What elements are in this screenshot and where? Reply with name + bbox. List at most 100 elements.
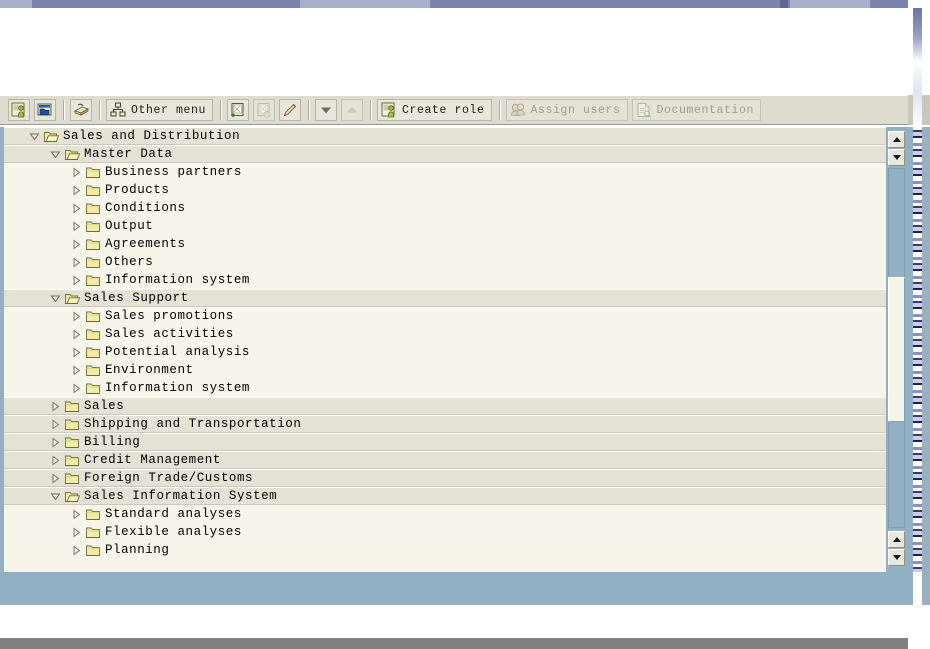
tree-node-row[interactable]: Environment [4,361,890,379]
tree-node-label: Sales activities [105,327,234,341]
scrollbar-track[interactable] [888,168,905,528]
tree-node-row[interactable]: Sales activities [4,325,890,343]
folder-closed-icon [84,382,102,395]
scrollbar-thumb[interactable] [888,277,905,422]
twisty-collapsed-icon[interactable] [47,455,63,466]
scroll-down-button-top[interactable] [888,149,905,166]
scroll-up-button-top[interactable] [888,131,905,148]
tree-node-row[interactable]: Shipping and Transportation [4,415,890,433]
tree-node-row[interactable]: Flexible analyses [4,523,890,541]
person-page-icon [11,102,27,118]
other-menu-button[interactable]: Other menu [106,99,214,121]
create-role-button[interactable]: Create role [377,99,492,121]
folder-open-icon [42,130,60,143]
truck-icon [73,102,89,118]
twisty-collapsed-icon[interactable] [68,311,84,322]
tree-node-row[interactable]: Sales promotions [4,307,890,325]
create-role-button-label: Create role [402,103,485,117]
triangle-down-icon [318,102,334,118]
folder-closed-icon [63,436,81,449]
window-bottom-bar [0,638,930,649]
twisty-collapsed-icon[interactable] [68,203,84,214]
tree-node-row[interactable]: Foreign Trade/Customs [4,469,890,487]
folder-closed-icon [84,526,102,539]
tree-node-row[interactable]: Potential analysis [4,343,890,361]
tree-node-row[interactable]: Credit Management [4,451,890,469]
tree-node-row[interactable]: Others [4,253,890,271]
window-blank-area [0,8,930,95]
tree-node-row[interactable]: Sales and Distribution [4,127,890,145]
toolbar-separator [99,100,101,120]
twisty-collapsed-icon[interactable] [68,185,84,196]
folder-closed-icon [63,472,81,485]
transport-button[interactable] [70,99,92,121]
right-edge-artifacts [908,0,930,649]
tree-node-row[interactable]: Conditions [4,199,890,217]
twisty-collapsed-icon[interactable] [68,545,84,556]
twisty-collapsed-icon[interactable] [47,419,63,430]
twisty-collapsed-icon[interactable] [68,329,84,340]
tree-node-row[interactable]: Information system [4,379,890,397]
twisty-collapsed-icon[interactable] [68,509,84,520]
create-composite-role-button[interactable] [34,99,56,121]
folder-open-icon [63,292,81,305]
twisty-collapsed-icon[interactable] [68,365,84,376]
tree-node-row[interactable]: Sales Information System [4,487,890,505]
tree-node-row[interactable]: Sales [4,397,890,415]
tree-node-row[interactable]: Products [4,181,890,199]
tree-node-label: Foreign Trade/Customs [84,471,254,485]
edit-node-button[interactable] [279,99,302,121]
twisty-expanded-icon[interactable] [47,149,63,160]
scroll-down-button-bottom[interactable] [888,549,905,566]
tree-node-row[interactable]: Billing [4,433,890,451]
users-icon [510,102,526,118]
folder-closed-icon [63,454,81,467]
folder-closed-icon [84,256,102,269]
tree-node-row[interactable]: Planning [4,541,890,559]
twisty-collapsed-icon[interactable] [68,347,84,358]
tree-node-row[interactable]: Business partners [4,163,890,181]
other-menu-button-label: Other menu [131,103,207,117]
tree-node-label: Flexible analyses [105,525,242,539]
twisty-collapsed-icon[interactable] [68,527,84,538]
tree-node-row[interactable]: Agreements [4,235,890,253]
tree-node-label: Sales promotions [105,309,234,323]
twisty-collapsed-icon[interactable] [68,239,84,250]
twisty-collapsed-icon[interactable] [68,221,84,232]
folder-closed-icon [84,346,102,359]
tree-node-row[interactable]: Standard analyses [4,505,890,523]
tree-node-row[interactable]: Master Data [4,145,890,163]
twisty-expanded-icon[interactable] [47,293,63,304]
folder-closed-icon [84,310,102,323]
tree-node-label: Others [105,255,154,269]
twisty-collapsed-icon[interactable] [68,275,84,286]
folder-closed-icon [63,418,81,431]
twisty-collapsed-icon[interactable] [47,401,63,412]
scroll-up-button-bottom[interactable] [888,531,905,548]
tree-node-label: Environment [105,363,194,377]
tree-node-label: Agreements [105,237,186,251]
tree-node-label: Standard analyses [105,507,242,521]
tree-node-row[interactable]: Information system [4,271,890,289]
tree-node-row[interactable]: Output [4,217,890,235]
tree-vertical-scrollbar[interactable] [886,127,908,572]
twisty-expanded-icon[interactable] [47,491,63,502]
twisty-collapsed-icon[interactable] [68,383,84,394]
hierarchy-icon [110,102,126,118]
folder-closed-icon [84,220,102,233]
move-down-button[interactable] [315,99,338,121]
tree-node-label: Information system [105,381,250,395]
tree-node-label: Credit Management [84,453,221,467]
twisty-collapsed-icon[interactable] [68,167,84,178]
application-toolbar: Other menu Create role Assign users Documen… [0,95,930,125]
twisty-collapsed-icon[interactable] [47,437,63,448]
twisty-collapsed-icon[interactable] [47,473,63,484]
add-node-button[interactable] [227,99,250,121]
tree-node-label: Potential analysis [105,345,250,359]
twisty-expanded-icon[interactable] [26,131,42,142]
create-single-role-button[interactable] [8,99,30,121]
toolbar-separator [63,100,65,120]
role-menu-tree-panel: Sales and Distribution Master Data Busines… [0,127,908,572]
twisty-collapsed-icon[interactable] [68,257,84,268]
tree-node-row[interactable]: Sales Support [4,289,890,307]
